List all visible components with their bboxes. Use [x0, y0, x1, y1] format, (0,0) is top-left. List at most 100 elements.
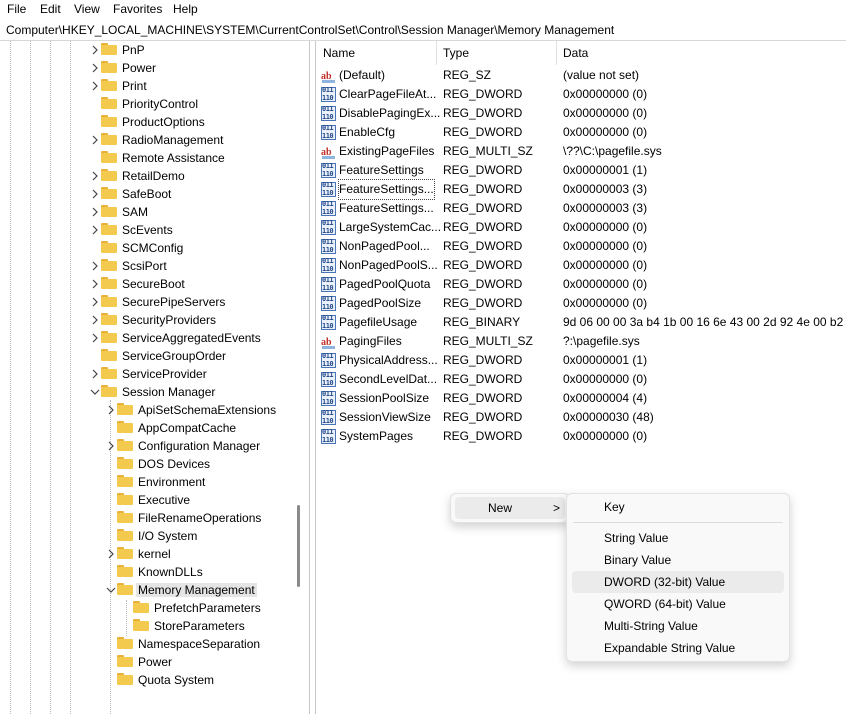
address-bar[interactable]: Computer\HKEY_LOCAL_MACHINE\SYSTEM\Curre… — [0, 19, 846, 41]
tree-node[interactable]: SCMConfig — [101, 239, 185, 257]
submenu-item[interactable]: Binary Value — [572, 549, 784, 571]
value-row[interactable]: 011 110 ClearPageFileAt... REG_DWORD 0x00000… — [316, 85, 846, 104]
tree-node[interactable]: Power — [117, 653, 174, 671]
tree-node-label: SecureBoot — [122, 277, 185, 291]
tree-node[interactable]: PriorityControl — [101, 95, 200, 113]
value-row[interactable]: 011 110 NonPagedPoolS... REG_DWORD 0x0000000… — [316, 256, 846, 275]
chevron-right-icon[interactable] — [90, 131, 100, 149]
submenu-item[interactable]: Key — [572, 496, 784, 518]
chevron-right-icon[interactable] — [90, 185, 100, 203]
tree-node[interactable]: NamespaceSeparation — [117, 635, 262, 653]
tree-node[interactable]: RadioManagement — [101, 131, 225, 149]
chevron-right-icon[interactable] — [90, 59, 100, 77]
tree-node[interactable]: StoreParameters — [133, 617, 247, 635]
value-row[interactable]: 011 110 PagedPoolQuota REG_DWORD 0x00000000 … — [316, 275, 846, 294]
tree-node[interactable]: SecurePipeServers — [101, 293, 227, 311]
value-row[interactable]: 011 110 EnableCfg REG_DWORD 0x00000000 (0) — [316, 123, 846, 142]
tree-node[interactable]: ScEvents — [101, 221, 175, 239]
tree-node-label: ServiceGroupOrder — [122, 349, 227, 363]
tree-node[interactable]: Executive — [117, 491, 192, 509]
chevron-right-icon[interactable] — [90, 77, 100, 95]
submenu-item[interactable]: Expandable String Value — [572, 637, 784, 659]
tree-vertical-scrollbar[interactable] — [297, 505, 300, 587]
chevron-right-icon[interactable] — [90, 257, 100, 275]
tree-node[interactable]: DOS Devices — [117, 455, 212, 473]
chevron-right-icon[interactable] — [90, 275, 100, 293]
tree-node[interactable]: SecurityProviders — [101, 311, 218, 329]
value-row[interactable]: 011 110 PagedPoolSize REG_DWORD 0x00000000 (… — [316, 294, 846, 313]
tree-node[interactable]: PrefetchParameters — [133, 599, 263, 617]
value-data: 0x00000000 (0) — [563, 296, 648, 310]
folder-icon — [117, 403, 133, 415]
value-row[interactable]: 011 110 NonPagedPool... REG_DWORD 0x00000000… — [316, 237, 846, 256]
tree-node[interactable]: Environment — [117, 473, 207, 491]
tree-node[interactable]: ProductOptions — [101, 113, 207, 131]
tree-node[interactable]: ScsiPort — [101, 257, 169, 275]
submenu-item[interactable]: DWORD (32-bit) Value — [572, 571, 784, 593]
value-row[interactable]: 011 110 FeatureSettings... REG_DWORD 0x00000… — [316, 179, 846, 200]
submenu-item[interactable]: Multi-String Value — [572, 615, 784, 637]
value-row[interactable]: 011 110 SecondLevelDat... REG_DWORD 0x000000… — [316, 370, 846, 389]
chevron-down-icon[interactable] — [90, 383, 100, 401]
tree-node[interactable]: Session Manager — [101, 383, 217, 401]
column-header-type[interactable]: Type — [443, 41, 469, 65]
tree-node[interactable]: SafeBoot — [101, 185, 173, 203]
value-row[interactable]: 011 110 PhysicalAddress... REG_DWORD 0x00000… — [316, 351, 846, 370]
tree-node[interactable]: FileRenameOperations — [117, 509, 263, 527]
column-header-data[interactable]: Data — [563, 41, 588, 65]
tree-node[interactable]: kernel — [117, 545, 173, 563]
tree-node[interactable]: PnP — [101, 41, 147, 59]
chevron-right-icon[interactable] — [106, 401, 116, 419]
value-row[interactable]: 011 110 FeatureSettings... REG_DWORD 0x00000… — [316, 199, 846, 218]
chevron-right-icon[interactable] — [90, 203, 100, 221]
tree-node[interactable]: ApiSetSchemaExtensions — [117, 401, 278, 419]
menu-help[interactable]: Help — [173, 2, 198, 16]
value-row[interactable]: ab PagingFiles REG_MULTI_SZ ?:\pagefile.sys — [316, 332, 846, 351]
value-row[interactable]: 011 110 SystemPages REG_DWORD 0x00000000 (0) — [316, 427, 846, 446]
value-data: 9d 06 00 00 3a b4 1b 00 16 6e 43 00 2d 9… — [563, 315, 846, 329]
tree-node[interactable]: AppCompatCache — [117, 419, 238, 437]
menu-edit[interactable]: Edit — [40, 2, 61, 16]
column-header-name[interactable]: Name — [323, 41, 355, 65]
chevron-right-icon[interactable] — [90, 365, 100, 383]
menu-file[interactable]: File — [7, 2, 26, 16]
value-row[interactable]: 011 110 SessionPoolSize REG_DWORD 0x00000004… — [316, 389, 846, 408]
value-row[interactable]: 011 110 DisablePagingEx... REG_DWORD 0x00000… — [316, 104, 846, 123]
tree-node[interactable]: SecureBoot — [101, 275, 187, 293]
tree-node[interactable]: ServiceAggregatedEvents — [101, 329, 263, 347]
chevron-right-icon[interactable] — [90, 293, 100, 311]
tree-node[interactable]: RetailDemo — [101, 167, 187, 185]
value-row[interactable]: ab (Default) REG_SZ (value not set) — [316, 66, 846, 85]
tree-node[interactable]: Print — [101, 77, 149, 95]
menu-view[interactable]: View — [74, 2, 100, 16]
tree-node[interactable]: Remote Assistance — [101, 149, 227, 167]
tree-node[interactable]: Memory Management — [117, 581, 257, 599]
menu-item-new[interactable]: New > — [455, 497, 565, 519]
tree-node[interactable]: SAM — [101, 203, 150, 221]
tree-node[interactable]: ServiceProvider — [101, 365, 209, 383]
tree-node[interactable]: Configuration Manager — [117, 437, 262, 455]
chevron-down-icon[interactable] — [106, 581, 116, 599]
tree-node[interactable]: I/O System — [117, 527, 199, 545]
menu-favorites[interactable]: Favorites — [113, 2, 162, 16]
submenu-item[interactable]: QWORD (64-bit) Value — [572, 593, 784, 615]
tree-node[interactable]: KnownDLLs — [117, 563, 205, 581]
value-row[interactable]: 011 110 LargeSystemCac... REG_DWORD 0x000000… — [316, 218, 846, 237]
tree-node[interactable]: ServiceGroupOrder — [101, 347, 228, 365]
submenu-item[interactable]: String Value — [572, 527, 784, 549]
chevron-right-icon[interactable] — [90, 329, 100, 347]
value-row[interactable]: ab ExistingPageFiles REG_MULTI_SZ \??\C:\pa… — [316, 142, 846, 161]
value-row[interactable]: 011 110 PagefileUsage REG_BINARY 9d 06 00 00… — [316, 313, 846, 332]
value-row[interactable]: 011 110 FeatureSettings REG_DWORD 0x00000001… — [316, 161, 846, 180]
binary-value-icon: 011 110 — [321, 352, 336, 368]
chevron-right-icon[interactable] — [90, 221, 100, 239]
tree-node[interactable]: Power — [101, 59, 158, 77]
tree-node[interactable]: Quota System — [117, 671, 216, 689]
chevron-right-icon[interactable] — [90, 167, 100, 185]
folder-icon — [133, 601, 149, 613]
value-row[interactable]: 011 110 SessionViewSize REG_DWORD 0x00000030… — [316, 408, 846, 427]
chevron-right-icon[interactable] — [106, 437, 116, 455]
chevron-right-icon[interactable] — [90, 311, 100, 329]
chevron-right-icon[interactable] — [106, 545, 116, 563]
chevron-right-icon[interactable] — [90, 41, 100, 59]
